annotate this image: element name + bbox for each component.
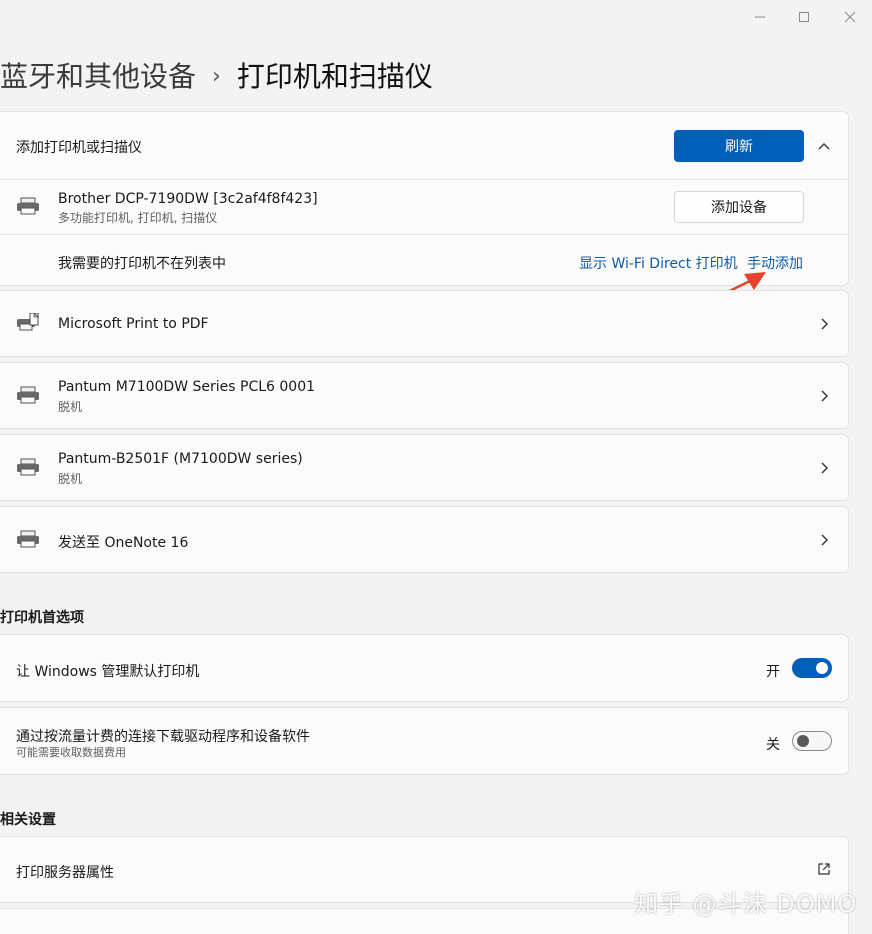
chevron-up-icon <box>818 143 830 150</box>
preferences-heading: 打印机首选项 <box>0 610 84 626</box>
printer-icon <box>17 386 39 404</box>
external-link-icon <box>818 863 830 875</box>
breadcrumb: 蓝牙和其他设备 › 打印机和扫描仪 <box>0 52 433 98</box>
pdf-printer-icon <box>17 313 39 331</box>
toggle-knob <box>816 662 828 674</box>
print-server-label: 打印服务器属性 <box>16 865 114 881</box>
printer-open-button[interactable] <box>817 317 831 331</box>
close-button[interactable] <box>838 6 862 28</box>
add-device-button[interactable]: 添加设备 <box>674 191 804 223</box>
metered-download-state: 关 <box>766 737 780 753</box>
printer-open-button[interactable] <box>817 389 831 403</box>
toggle-knob <box>797 735 809 747</box>
refresh-button[interactable]: 刷新 <box>674 130 804 162</box>
printer-icon <box>17 530 39 548</box>
printer-status: 脱机 <box>58 472 83 486</box>
open-external-button[interactable] <box>817 862 831 876</box>
watermark: 知乎 @斗沫 DOMO <box>634 890 858 918</box>
not-listed-text: 我需要的打印机不在列表中 <box>58 256 226 272</box>
chevron-right-icon <box>821 318 828 330</box>
minimize-icon <box>755 16 765 18</box>
printer-icon <box>17 197 39 215</box>
chevron-right-icon <box>821 534 828 546</box>
metered-download-toggle[interactable] <box>792 731 832 751</box>
chevron-right-icon <box>821 390 828 402</box>
printer-status: 脱机 <box>58 400 83 414</box>
breadcrumb-separator: › <box>212 63 221 89</box>
breadcrumb-parent[interactable]: 蓝牙和其他设备 <box>0 55 196 95</box>
printer-open-button[interactable] <box>817 461 831 475</box>
close-icon <box>844 11 856 23</box>
printer-row[interactable] <box>0 362 849 429</box>
printer-name: Microsoft Print to PDF <box>58 316 209 332</box>
manage-default-toggle[interactable] <box>792 658 832 678</box>
add-printer-title: 添加打印机或扫描仪 <box>16 140 142 156</box>
maximize-icon <box>799 12 809 22</box>
related-heading: 相关设置 <box>0 812 56 828</box>
found-device-name: Brother DCP-7190DW [3c2af4f8f423] <box>58 191 318 207</box>
printer-name: Pantum M7100DW Series PCL6 0001 <box>58 379 316 395</box>
page-title: 打印机和扫描仪 <box>236 60 433 93</box>
manage-default-label: 让 Windows 管理默认打印机 <box>16 664 200 680</box>
collapse-button[interactable] <box>817 139 831 153</box>
manage-default-state: 开 <box>766 664 780 680</box>
printer-icon <box>17 458 39 476</box>
found-device-type: 多功能打印机, 打印机, 扫描仪 <box>58 211 218 225</box>
chevron-right-icon <box>821 462 828 474</box>
printer-name: 发送至 OneNote 16 <box>58 535 189 551</box>
maximize-button[interactable] <box>792 6 816 28</box>
printer-name: Pantum-B2501F (M7100DW series) <box>58 451 303 467</box>
printer-row[interactable] <box>0 434 849 501</box>
metered-download-sub: 可能需要收取数据费用 <box>16 746 126 759</box>
minimize-button[interactable] <box>748 6 772 28</box>
metered-download-label: 通过按流量计费的连接下载驱动程序和设备软件 <box>16 729 310 745</box>
printer-open-button[interactable] <box>817 533 831 547</box>
